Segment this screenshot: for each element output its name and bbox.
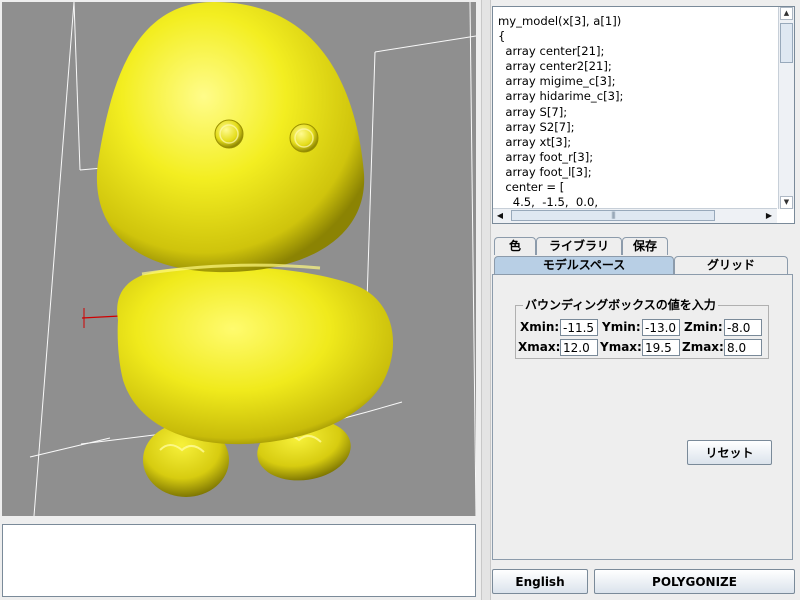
code-line[interactable]: 4.5, -1.5, 0.0, [498,195,777,209]
reset-button[interactable]: リセット [687,440,772,465]
zmin-label: Zmin: [684,320,723,334]
code-line[interactable]: array foot_l[3]; [498,165,777,180]
code-line[interactable]: center = [ [498,180,777,195]
scroll-right-icon[interactable]: ▶ [762,209,776,222]
tab-grid[interactable]: グリッド [674,256,788,274]
xmax-field[interactable] [560,339,598,356]
robot-body [117,266,394,445]
model-space-panel: バウンディングボックスの値を入力 Xmin: Ymin: Zmin: Xmax:… [492,274,793,560]
xmax-label: Xmax: [518,340,561,354]
code-line[interactable]: array xt[3]; [498,135,777,150]
code-line[interactable]: array foot_r[3]; [498,150,777,165]
tab-library[interactable]: ライブラリ [536,237,622,255]
bounding-box-group: バウンディングボックスの値を入力 Xmin: Ymin: Zmin: Xmax:… [515,298,769,359]
axis-indicator [81,308,121,328]
polygonize-button[interactable]: POLYGONIZE [594,569,795,594]
code-line[interactable]: array S[7]; [498,105,777,120]
3d-viewport[interactable] [2,2,476,516]
zmin-field[interactable] [724,319,762,336]
zmax-label: Zmax: [682,340,724,354]
english-button[interactable]: English [492,569,588,594]
scroll-down-icon[interactable]: ▼ [780,196,793,209]
tab-save[interactable]: 保存 [622,237,668,255]
code-line[interactable]: array center2[21]; [498,59,777,74]
scroll-thumb-horizontal[interactable]: ||| [511,210,715,221]
ymin-field[interactable] [642,319,680,336]
tab-color[interactable]: 色 [494,237,536,255]
code-line[interactable]: { [498,29,777,44]
code-line[interactable]: my_model(x[3], a[1]) [498,14,777,29]
ymin-label: Ymin: [602,320,641,334]
bounding-box-title: バウンディングボックスの値を入力 [523,298,718,312]
code-line[interactable]: array center[21]; [498,44,777,59]
split-pane-divider[interactable] [481,0,491,600]
scroll-thumb[interactable] [780,23,793,63]
code-editor-pane[interactable]: my_model(x[3], a[1]){ array center[21]; … [492,6,795,224]
code-line[interactable]: array migime_c[3]; [498,74,777,89]
code-line[interactable]: array S2[7]; [498,120,777,135]
tab-model-space[interactable]: モデルスペース [494,256,674,274]
xmin-field[interactable] [560,319,598,336]
scroll-left-icon[interactable]: ◀ [493,209,507,222]
scroll-up-icon[interactable]: ▲ [780,7,793,20]
console-output[interactable] [2,524,476,597]
code-editor[interactable]: my_model(x[3], a[1]){ array center[21]; … [493,7,777,209]
ymax-field[interactable] [642,339,680,356]
zmax-field[interactable] [724,339,762,356]
code-horizontal-scrollbar[interactable]: ◀ ||| ▶ [493,208,777,223]
ymax-label: Ymax: [600,340,642,354]
3d-model-render[interactable] [2,2,476,516]
code-line[interactable]: array hidarime_c[3]; [498,89,777,104]
xmin-label: Xmin: [520,320,560,334]
code-vertical-scrollbar[interactable]: ▲ ▼ [778,7,794,209]
